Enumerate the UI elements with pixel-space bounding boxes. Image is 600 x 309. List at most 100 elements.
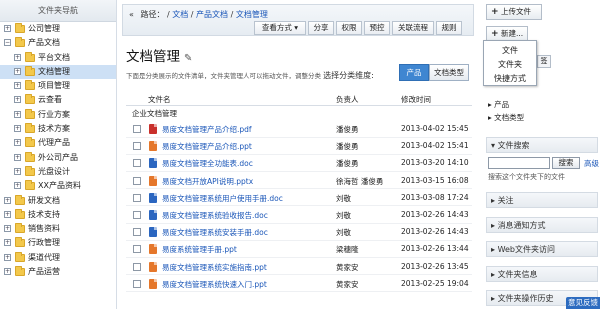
precontrol-button[interactable]: 预控	[364, 21, 390, 35]
sidebar-item[interactable]: + 外公司产品	[0, 151, 116, 165]
search-input[interactable]	[488, 157, 550, 169]
sidebar-item[interactable]: + 渠道代理	[0, 251, 116, 265]
sidebar-item[interactable]: − 产品文档	[0, 36, 116, 50]
section-web-folder[interactable]: ▸ Web文件夹访问	[486, 241, 598, 257]
expand-icon[interactable]: +	[14, 153, 21, 161]
expand-icon[interactable]: +	[4, 253, 11, 261]
upload-button[interactable]: + 上传文件	[486, 4, 542, 20]
dim-doc-type[interactable]: ▸ 文档类型	[488, 112, 524, 123]
table-row[interactable]: 易度文档管理产品介绍.ppt 潘俊勇 2013-04-02 15:41	[126, 138, 472, 155]
expand-icon[interactable]: +	[4, 210, 11, 218]
row-checkbox[interactable]	[133, 159, 141, 168]
row-checkbox[interactable]	[133, 279, 141, 288]
file-name-link[interactable]: 易度文档管理系统验收报告.doc	[162, 210, 268, 221]
breadcrumb-link-product-docs[interactable]: 产品文档	[196, 10, 228, 19]
file-name-link[interactable]: 易度文档管理系统快速入门.ppt	[162, 279, 267, 290]
expand-icon[interactable]: +	[4, 225, 11, 233]
file-name-link[interactable]: 易度文档管理产品介绍.ppt	[162, 141, 252, 152]
row-checkbox[interactable]	[133, 228, 141, 237]
sidebar-item[interactable]: + 行政管理	[0, 236, 116, 250]
sidebar-item[interactable]: + 研发文档	[0, 194, 116, 208]
expand-icon[interactable]: +	[4, 268, 11, 276]
row-checkbox[interactable]	[133, 245, 141, 254]
tag-button[interactable]: 签	[537, 55, 551, 68]
sidebar-item[interactable]: + 公司管理	[0, 22, 116, 36]
expand-icon[interactable]: +	[14, 139, 21, 147]
sidebar-item[interactable]: + 销售资料	[0, 222, 116, 236]
section-folder-info[interactable]: ▸ 文件夹信息	[486, 266, 598, 282]
table-row[interactable]: 易度文档管理系统用户使用手册.doc 刘敬 2013-03-08 17:24	[126, 190, 472, 207]
collapse-icon[interactable]: −	[4, 39, 11, 47]
expand-icon[interactable]: +	[4, 239, 11, 247]
expand-icon[interactable]: +	[4, 25, 11, 32]
table-row[interactable]: 易度系统管理手册.ppt 梁穗隆 2013-02-26 13:44	[126, 241, 472, 258]
expand-icon[interactable]: +	[14, 82, 21, 90]
segment-doc-type[interactable]: 文档类型	[429, 64, 469, 81]
table-row[interactable]: 易度文档开放API说明.pptx 徐海哲 潘俊勇 2013-03-15 16:08	[126, 173, 472, 190]
menu-item-shortcut[interactable]: 快捷方式	[484, 73, 536, 84]
file-name-link[interactable]: 易度系统管理手册.ppt	[162, 244, 237, 255]
breadcrumb-link-doc-mgmt[interactable]: 文档管理	[236, 10, 268, 19]
row-checkbox[interactable]	[133, 262, 141, 271]
expand-icon[interactable]: +	[4, 196, 11, 204]
feedback-button[interactable]: 意见反馈	[566, 297, 600, 309]
edit-icon[interactable]: ✎	[184, 53, 192, 64]
share-button[interactable]: 分享	[308, 21, 334, 35]
table-row[interactable]: 易度文档管理系统实施指南.ppt 黄家安 2013-02-26 13:45	[126, 259, 472, 276]
dim-product[interactable]: ▸ 产品	[488, 99, 509, 110]
section-follow[interactable]: ▸ 关注	[486, 192, 598, 208]
menu-item-file[interactable]: 文件	[484, 45, 536, 56]
table-row[interactable]: 易度文档管理产品介绍.pdf 潘俊勇 2013-04-02 15:45	[126, 121, 472, 138]
sidebar-item[interactable]: + 平台文档	[0, 51, 116, 65]
expand-icon[interactable]: +	[14, 125, 21, 133]
col-header-owner[interactable]: 负责人	[336, 94, 359, 105]
sidebar-item[interactable]: + 光盘设计	[0, 165, 116, 179]
sidebar-item[interactable]: + 技术支持	[0, 208, 116, 222]
search-button[interactable]: 搜索	[552, 157, 580, 169]
file-name-link[interactable]: 易度文档开放API说明.pptx	[162, 176, 253, 187]
menu-item-folder[interactable]: 文件夹	[484, 59, 536, 70]
sidebar-item[interactable]: + XX产品资料	[0, 179, 116, 193]
expand-icon[interactable]: +	[14, 53, 21, 61]
segment-product[interactable]: 产品	[399, 64, 429, 81]
file-name-link[interactable]: 易度文档管理系统安装手册.doc	[162, 227, 268, 238]
sidebar-item[interactable]: + 产品运营	[0, 265, 116, 279]
expand-icon[interactable]: +	[14, 96, 21, 104]
advanced-search-link[interactable]: 高级	[584, 158, 599, 169]
col-header-time[interactable]: 修改时间	[401, 94, 431, 105]
sidebar-item[interactable]: + 行业方案	[0, 108, 116, 122]
section-notify[interactable]: ▸ 消息通知方式	[486, 217, 598, 233]
rules-button[interactable]: 规则	[436, 21, 462, 35]
expand-icon[interactable]: +	[14, 182, 21, 190]
table-row[interactable]: 易度文档管理系统验收报告.doc 刘敬 2013-02-26 14:43	[126, 207, 472, 224]
file-name-link[interactable]: 易度文档管理全功能表.doc	[162, 158, 253, 169]
breadcrumb-link-docs[interactable]: 文档	[172, 10, 188, 19]
expand-icon[interactable]: +	[14, 67, 21, 75]
table-row[interactable]: 易度文档管理系统快速入门.ppt 黄家安 2013-02-25 19:04	[126, 276, 472, 293]
sidebar-item[interactable]: + 代理产品	[0, 136, 116, 150]
col-header-name[interactable]: 文件名	[148, 94, 171, 105]
sidebar-item[interactable]: + 文档管理	[0, 64, 116, 80]
search-section-header[interactable]: ▾ 文件搜索	[486, 137, 598, 153]
workflow-button[interactable]: 关联流程	[392, 21, 434, 35]
row-checkbox[interactable]	[133, 176, 141, 185]
collapse-icon[interactable]: «	[129, 10, 134, 19]
permission-button[interactable]: 权限	[336, 21, 362, 35]
expand-icon[interactable]: +	[14, 167, 21, 175]
file-name-link[interactable]: 易度文档管理系统实施指南.ppt	[162, 262, 267, 273]
new-dropdown-menu: 文件 文件夹 快捷方式	[483, 40, 537, 86]
row-checkbox[interactable]	[133, 193, 141, 202]
table-row[interactable]: 易度文档管理全功能表.doc 潘俊勇 2013-03-20 14:10	[126, 155, 472, 172]
row-checkbox[interactable]	[133, 142, 141, 151]
sidebar-item[interactable]: + 项目管理	[0, 79, 116, 93]
sidebar-item[interactable]: + 技术方案	[0, 122, 116, 136]
row-checkbox[interactable]	[133, 211, 141, 219]
sidebar-item[interactable]: + 云查看	[0, 93, 116, 107]
expand-icon[interactable]: +	[14, 110, 21, 118]
table-row[interactable]: 易度文档管理系统安装手册.doc 刘敬 2013-02-26 14:43	[126, 224, 472, 241]
row-checkbox[interactable]	[133, 125, 141, 133]
file-name-link[interactable]: 易度文档管理产品介绍.pdf	[162, 124, 252, 135]
file-name-link[interactable]: 易度文档管理系统用户使用手册.doc	[162, 193, 283, 204]
view-mode-button[interactable]: 查看方式 ▾	[254, 21, 306, 35]
sidebar-title: 文件夹导航	[0, 0, 116, 22]
